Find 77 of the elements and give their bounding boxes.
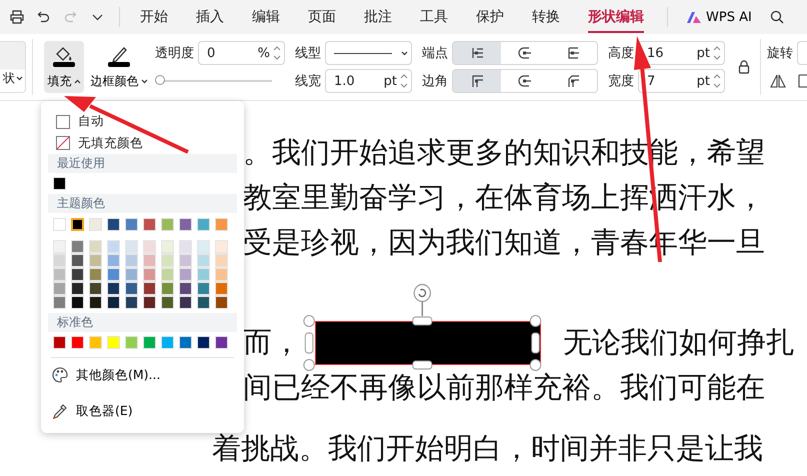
round-cap-icon — [517, 73, 533, 89]
menu-tab[interactable]: 转换 — [518, 0, 574, 34]
menu-tab[interactable]: 开始 — [126, 0, 182, 34]
fill-button[interactable]: 填充 — [44, 41, 84, 93]
redo-icon — [64, 10, 77, 24]
section-header: 主题颜色 — [48, 194, 237, 213]
round-cap-icon — [517, 45, 533, 61]
undo-icon — [37, 10, 50, 24]
resize-handle[interactable] — [304, 332, 314, 353]
resize-handle[interactable] — [412, 316, 432, 325]
chevron-down-icon — [92, 14, 103, 20]
menu-tab[interactable]: 保护 — [462, 0, 518, 34]
width-label: 宽度 — [608, 73, 634, 90]
no-fill-icon — [56, 136, 70, 150]
line-width-field[interactable]: 1.0 pt — [325, 69, 412, 93]
flip-vertical-icon[interactable] — [798, 74, 807, 88]
slider-thumb[interactable] — [155, 75, 165, 85]
transparency-label: 透明度 — [155, 45, 194, 62]
caret-icon — [140, 79, 148, 84]
caret-icon — [401, 50, 408, 56]
line-type-dropdown[interactable] — [325, 41, 412, 65]
corner-label: 边角 — [422, 73, 448, 90]
style-gallery[interactable]: 状 — [0, 41, 26, 93]
spinner-icon — [713, 73, 721, 89]
color-swatch[interactable] — [71, 218, 84, 231]
checkbox[interactable] — [56, 114, 70, 128]
lock-icon[interactable] — [738, 60, 750, 74]
menu-item-label[interactable]: 无填充颜色 — [78, 134, 143, 152]
transparency-field[interactable]: 0 % — [198, 41, 285, 65]
rectangle-shape[interactable] — [315, 320, 541, 364]
search-icon[interactable] — [770, 10, 784, 24]
endpoint-option[interactable] — [453, 42, 501, 64]
menu-tab[interactable]: 插入 — [182, 0, 238, 34]
spinner-icon — [400, 73, 408, 89]
spinner-icon — [273, 45, 281, 61]
caret-icon — [16, 76, 23, 81]
print-icon — [10, 10, 24, 24]
caret-icon — [74, 79, 80, 84]
menu-tab[interactable]: 工具 — [406, 0, 462, 34]
resize-handle[interactable] — [303, 314, 315, 326]
paint-bucket-icon — [51, 45, 77, 67]
flip-horizontal-icon[interactable] — [770, 74, 786, 88]
corner-option[interactable] — [453, 70, 501, 92]
border-color-button[interactable]: 边框颜色 — [87, 41, 151, 93]
menu-tab[interactable]: 形状编辑 — [574, 0, 658, 34]
document-text: 而， — [243, 324, 301, 361]
document-text: 无论我们如何挣扎 — [563, 324, 795, 361]
rotate-label: 旋转 — [767, 45, 793, 62]
resize-handle[interactable] — [530, 314, 542, 326]
menu-item-label[interactable]: 自动 — [78, 113, 104, 130]
eyedropper-icon — [52, 403, 68, 419]
menu-tab[interactable]: 编辑 — [238, 0, 294, 34]
menu-tab[interactable]: 页面 — [294, 0, 350, 34]
endpoint-label: 端点 — [422, 45, 448, 62]
document-text: 着挑战。我们开始明白，时间并非只是让我 — [212, 430, 763, 467]
document-text: 间已经不再像以前那样充裕。我们可能在 — [243, 369, 765, 406]
ai-logo-icon — [686, 10, 702, 24]
solid-line-icon — [334, 52, 392, 54]
resize-handle[interactable] — [530, 358, 542, 370]
section-header: 标准色 — [48, 313, 237, 332]
menu-tab[interactable]: 批注 — [350, 0, 406, 34]
height-label: 高度 — [608, 45, 634, 62]
resize-handle[interactable] — [531, 332, 540, 353]
rotate-handle[interactable] — [414, 283, 431, 302]
line-width-label: 线宽 — [295, 73, 321, 90]
section-header: 最近使用 — [48, 154, 237, 173]
more-colors-item[interactable]: 其他颜色(M)... — [41, 364, 244, 386]
pen-icon — [106, 45, 132, 67]
height-field[interactable]: 16 pt — [638, 41, 725, 65]
eyedropper-item[interactable]: 取色器(E) — [41, 400, 244, 422]
line-type-label: 线型 — [295, 45, 321, 62]
resize-handle[interactable] — [412, 360, 432, 369]
palette-icon — [52, 367, 68, 383]
ai-button[interactable]: WPS AI — [680, 10, 758, 24]
spinner-icon — [713, 45, 721, 61]
resize-handle[interactable] — [303, 358, 315, 370]
width-field[interactable]: 7 pt — [638, 69, 725, 93]
